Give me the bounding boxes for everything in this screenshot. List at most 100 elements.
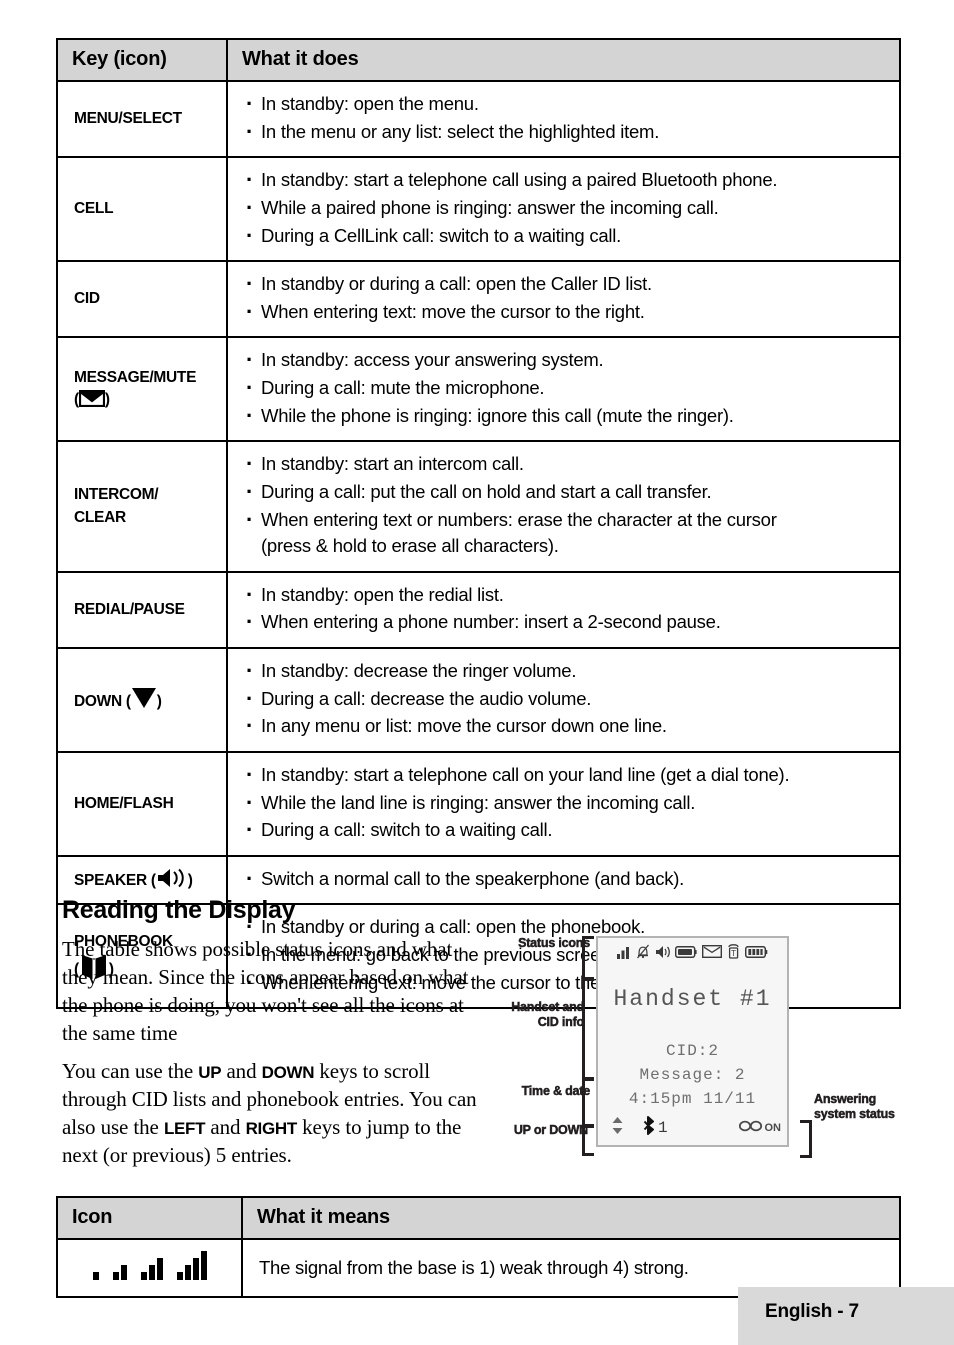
table-header-row: Key (icon) What it does	[56, 38, 901, 82]
key-description: Switch a normal call to the speakerphone…	[226, 854, 901, 906]
key-label-menu-select: MENU/SELECT	[56, 79, 228, 159]
lcd-screen: T Handset #1 CID:2 Message: 2 4:15pm 11/…	[596, 936, 789, 1147]
table-row: CELL In standby: start a telephone call …	[56, 156, 901, 263]
envelope-icon	[701, 944, 723, 963]
list-item: While the land line is ringing: answer t…	[244, 787, 889, 818]
list-item: In standby: start a telephone call on yo…	[244, 759, 889, 790]
key-description: In standby: access your answering system…	[226, 336, 901, 443]
lcd-bottom-row: 1 ON	[604, 1116, 781, 1140]
list-item: In the menu or any list: select the high…	[244, 116, 889, 147]
svg-text:T: T	[731, 949, 736, 958]
label-handset-cid-info: Handset and CID info	[511, 1000, 585, 1029]
list-item: In standby: start a telephone call using…	[244, 164, 889, 195]
key-label-intercom-clear: INTERCOM/CLEAR	[56, 440, 228, 573]
table-row: HOME/FLASH In standby: start a telephone…	[56, 750, 901, 857]
table-row: MENU/SELECT In standby: open the menu. I…	[56, 79, 901, 159]
icon-meaning-table: Icon What it means The signal from the b…	[56, 1196, 901, 1298]
list-item: When entering a phone number: insert a 2…	[244, 606, 889, 637]
text-fragment: and	[205, 1114, 246, 1139]
lcd-handset-line: Handset #1	[613, 986, 772, 1012]
label-answering-system-status: Answering system status	[814, 1092, 895, 1121]
text-fragment: and	[221, 1059, 262, 1083]
bluetooth-count: 1	[658, 1119, 668, 1137]
bracket-time-date	[582, 1078, 594, 1128]
label-up-or-down: UP or DOWN	[513, 1123, 589, 1137]
table-row: DOWN () In standby: decrease the ringer …	[56, 647, 901, 753]
key-description: In standby: start a telephone call using…	[226, 156, 901, 263]
list-item: In standby or during a call: open the Ca…	[244, 268, 889, 299]
lcd-status-icon-row: T	[598, 944, 787, 964]
answering-status-text: ON	[764, 1122, 782, 1134]
tone-icon: T	[727, 944, 740, 964]
key-label-cid: CID	[56, 260, 228, 339]
key-name: HOME/FLASH	[74, 794, 174, 812]
key-name: INTERCOM/CLEAR	[74, 486, 159, 526]
key-right: RIGHT	[245, 1118, 298, 1138]
lcd-message-line: Message: 2	[639, 1066, 746, 1084]
key-name: CELL	[74, 199, 114, 217]
section-title: Reading the Display	[62, 896, 296, 924]
key-description: In standby: open the redial list. When e…	[226, 570, 901, 650]
list-item: During a call: mute the microphone.	[244, 372, 889, 403]
signal-bars-icon	[617, 945, 631, 964]
answering-system-indicator: ON	[738, 1119, 782, 1137]
page-footer: English - 7	[738, 1287, 954, 1345]
key-name: REDIAL/PAUSE	[74, 600, 185, 618]
battery-full-icon	[744, 945, 768, 963]
list-item: During a CellLink call: switch to a wait…	[244, 220, 889, 251]
paragraph-intro: The table shows possible status icons an…	[62, 937, 469, 1045]
bracket-handset-cid-info	[582, 978, 594, 1080]
key-name: MENU/SELECT	[74, 109, 182, 127]
label-status-icons: Status icons	[518, 936, 591, 950]
key-name: MESSAGE/MUTE	[74, 368, 197, 386]
key-description: In standby: open the menu. In the menu o…	[226, 79, 901, 159]
ringer-off-icon	[636, 944, 650, 964]
bluetooth-icon	[643, 1116, 656, 1140]
key-left: LEFT	[163, 1118, 206, 1138]
key-name: CID	[74, 290, 100, 308]
page-number-label: English - 7	[765, 1301, 859, 1322]
key-up: UP	[198, 1063, 222, 1082]
bracket-answering-status	[800, 1120, 812, 1158]
paragraph-navigation: You can use the UP and DOWN keys to scro…	[62, 1058, 482, 1170]
key-label-redial-pause: REDIAL/PAUSE	[56, 570, 228, 650]
key-icon-wrap: ()	[74, 390, 110, 409]
key-label-message-mute: MESSAGE/MUTE ()	[56, 336, 228, 443]
column-header-key: Key (icon)	[56, 38, 228, 82]
list-item-continuation: (press & hold to erase all characters).	[261, 535, 559, 557]
key-description: In standby: start an intercom call. Duri…	[226, 440, 901, 573]
envelope-icon	[78, 390, 105, 408]
label-time-date: Time & date	[521, 1084, 590, 1098]
column-header-icon: Icon	[56, 1196, 243, 1240]
tape-reels-icon	[738, 1119, 763, 1137]
list-item: In standby: open the redial list.	[244, 579, 889, 610]
text-fragment: You can use the	[62, 1059, 199, 1083]
display-diagram: Status icons Handset and CID info Time &…	[508, 928, 908, 1173]
key-icon-wrap: ()	[151, 868, 193, 889]
table-row: INTERCOM/CLEAR In standby: start an inte…	[56, 440, 901, 573]
key-description: In standby: decrease the ringer volume. …	[226, 647, 901, 753]
speaker-icon	[655, 945, 670, 964]
column-header-what-it-does: What it does	[226, 38, 901, 82]
list-item: During a call: switch to a waiting call.	[244, 814, 889, 845]
key-description: In standby or during a call: open the Ca…	[226, 260, 901, 339]
list-item: While the phone is ringing: ignore this …	[244, 400, 889, 431]
key-down: DOWN	[261, 1063, 315, 1082]
list-item: During a call: decrease the audio volume…	[244, 683, 889, 714]
bracket-up-or-down	[582, 1124, 594, 1156]
key-name: DOWN	[74, 692, 122, 710]
key-description: In standby: start a telephone call on yo…	[226, 750, 901, 857]
list-item: When entering text: move the cursor to t…	[244, 296, 889, 327]
lcd-time-date-line: 4:15pm 11/11	[628, 1090, 757, 1108]
list-item: During a call: put the call on hold and …	[244, 476, 889, 507]
list-item: Switch a normal call to the speakerphone…	[244, 863, 889, 894]
bracket-status-icons	[582, 936, 594, 980]
key-label-down: DOWN ()	[56, 647, 228, 753]
key-label-cell: CELL	[56, 156, 228, 263]
down-triangle-icon	[131, 687, 157, 709]
battery-icon	[674, 945, 697, 963]
speaker-icon	[156, 868, 188, 888]
table-header-row: Icon What it means	[56, 1196, 901, 1240]
column-header-what-it-means: What it means	[241, 1196, 901, 1240]
list-item: In standby: start an intercom call.	[244, 448, 889, 479]
